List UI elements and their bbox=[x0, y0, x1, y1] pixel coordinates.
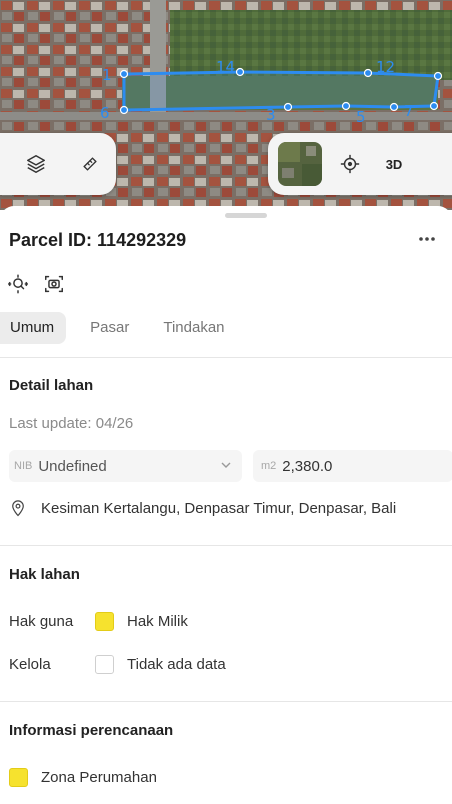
vertex-label: 5 bbox=[356, 108, 366, 126]
rights-row-hak-guna: Hak guna Hak Milik bbox=[9, 612, 188, 631]
color-swatch bbox=[95, 612, 114, 631]
vertex-label: 12 bbox=[376, 58, 396, 76]
vertex-label: 3 bbox=[266, 106, 276, 124]
draw-button[interactable] bbox=[74, 148, 106, 180]
tab-pasar[interactable]: Pasar bbox=[80, 312, 139, 344]
map-tools-group bbox=[0, 133, 116, 195]
sheet-drag-handle[interactable] bbox=[225, 213, 267, 218]
zoom-fit-icon bbox=[7, 274, 29, 294]
vertex-label: 1 bbox=[102, 66, 112, 84]
vertex-label: 7 bbox=[404, 102, 414, 120]
address-text: Kesiman Kertalangu, Denpasar Timur, Denp… bbox=[41, 499, 397, 517]
divider bbox=[0, 545, 452, 546]
parcel-details-sheet: Parcel ID: 114292329 Umum Pasar Tindakan bbox=[0, 206, 452, 804]
tab-bar: Umum Pasar Tindakan bbox=[0, 312, 249, 344]
chevron-down-icon bbox=[221, 462, 231, 468]
screenshot-button[interactable] bbox=[42, 272, 66, 296]
more-options-button[interactable] bbox=[418, 229, 442, 249]
nib-select[interactable]: NIB Undefined bbox=[9, 450, 242, 482]
tab-umum[interactable]: Umum bbox=[0, 312, 67, 344]
section-title-detail: Detail lahan bbox=[9, 377, 94, 394]
location-pin-icon bbox=[12, 500, 24, 517]
basemap-thumbnail[interactable] bbox=[278, 142, 322, 186]
rights-key: Hak guna bbox=[9, 613, 74, 630]
ruler-icon bbox=[83, 157, 97, 171]
3d-toggle-button[interactable]: 3D bbox=[366, 157, 422, 172]
rights-value: Tidak ada data bbox=[127, 656, 226, 673]
tab-tindakan[interactable]: Tindakan bbox=[153, 312, 234, 344]
last-update-text: Last update: 04/26 bbox=[9, 415, 134, 432]
zone-row: Zona Perumahan bbox=[9, 768, 157, 787]
divider bbox=[0, 357, 452, 358]
area-unit: m2 bbox=[261, 460, 277, 472]
divider bbox=[0, 701, 452, 702]
parcel-title: Parcel ID: 114292329 bbox=[9, 230, 187, 250]
satellite-thumbnail-icon bbox=[278, 142, 322, 186]
vertex-label: 14 bbox=[216, 58, 236, 76]
address-row: Kesiman Kertalangu, Denpasar Timur, Denp… bbox=[9, 498, 396, 518]
section-title-rights: Hak lahan bbox=[9, 566, 80, 583]
area-field: m2 2,380.0 bbox=[253, 450, 452, 482]
layers-button[interactable] bbox=[20, 148, 52, 180]
color-swatch bbox=[95, 655, 114, 674]
nib-value: Undefined bbox=[38, 457, 107, 475]
crosshair-icon bbox=[340, 154, 360, 174]
zone-color-swatch bbox=[9, 768, 28, 787]
rights-value: Hak Milik bbox=[127, 613, 188, 630]
parcel-actions bbox=[6, 272, 66, 296]
camera-capture-icon bbox=[45, 275, 63, 293]
rights-row-kelola: Kelola Tidak ada data bbox=[9, 655, 226, 674]
rights-key: Kelola bbox=[9, 656, 51, 673]
more-icon bbox=[419, 237, 435, 241]
section-title-planning: Informasi perencanaan bbox=[9, 722, 174, 739]
layers-icon bbox=[27, 155, 45, 173]
nib-label: NIB bbox=[14, 460, 33, 472]
zoom-to-parcel-button[interactable] bbox=[6, 272, 30, 296]
vertex-label: 6 bbox=[100, 104, 110, 122]
map-view-controls: 3D bbox=[268, 133, 452, 195]
area-value: 2,380.0 bbox=[282, 457, 333, 475]
locate-button[interactable] bbox=[334, 148, 366, 180]
zone-label: Zona Perumahan bbox=[41, 769, 157, 786]
map-view[interactable]: 14 12 1 3 5 7 6 3D bbox=[0, 0, 452, 210]
parcel-outline bbox=[122, 70, 440, 112]
